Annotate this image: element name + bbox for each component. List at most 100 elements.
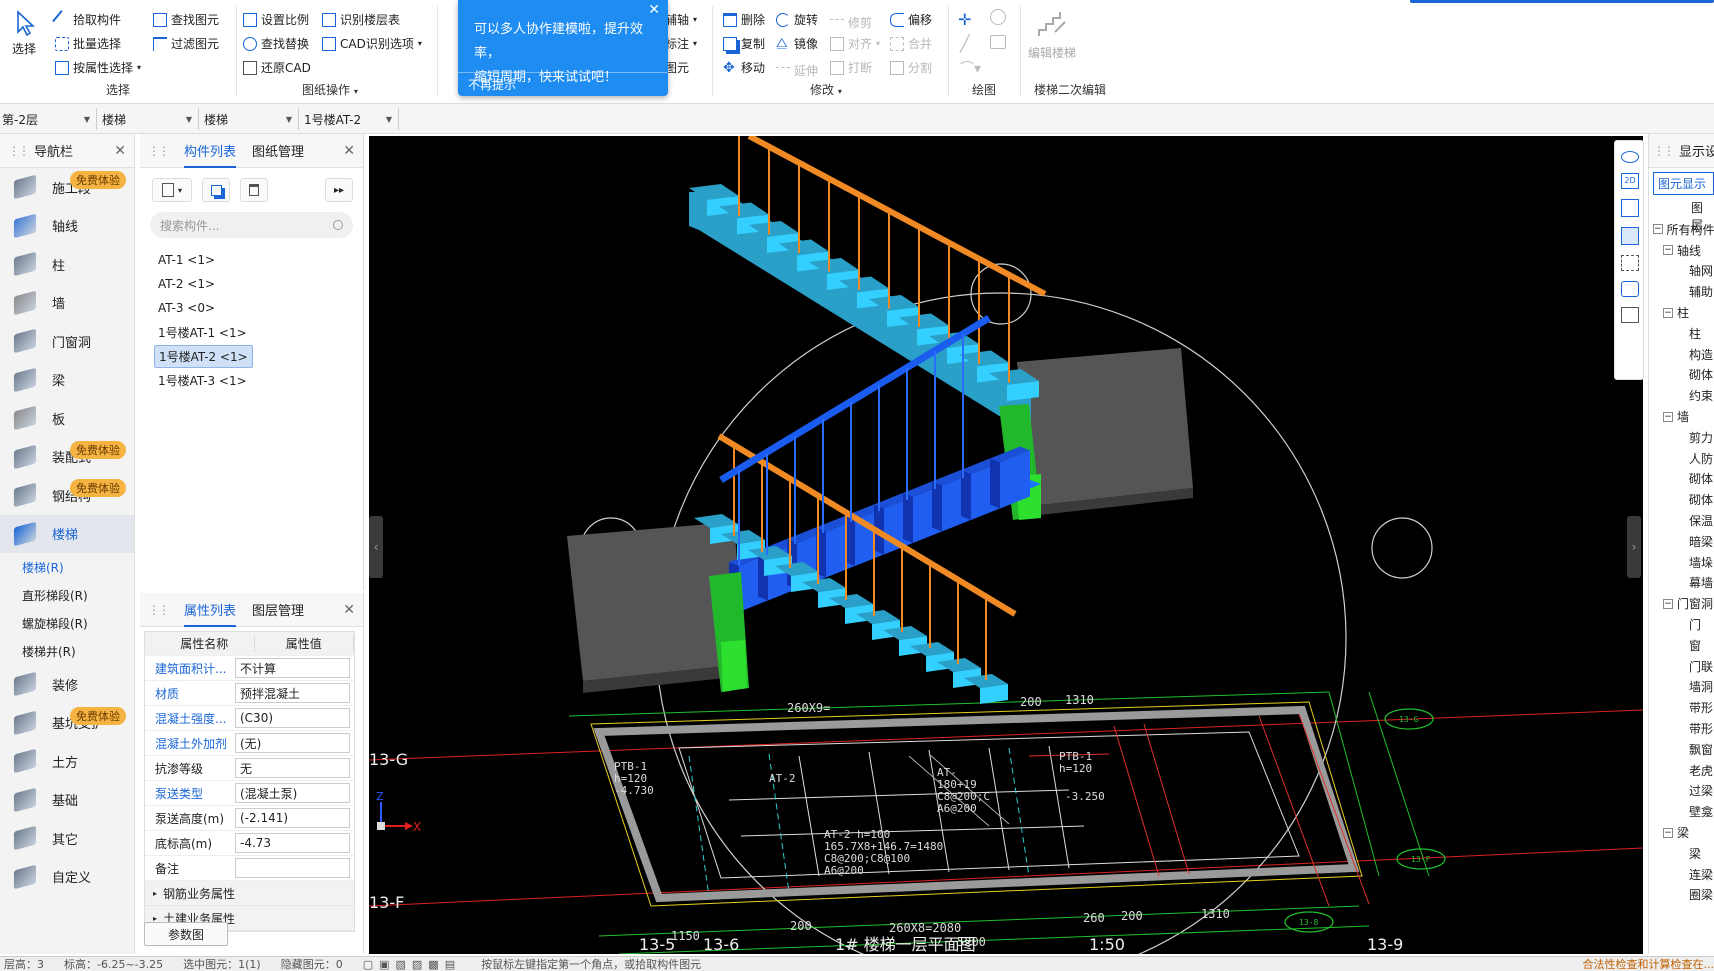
- sidebar-item-15[interactable]: 自定义: [0, 858, 134, 897]
- merge-button[interactable]: 合并: [890, 35, 932, 52]
- sidebar-item-0[interactable]: 施工段 免费体验: [0, 168, 134, 207]
- property-value-field[interactable]: (C30): [235, 708, 350, 728]
- tab-component-list[interactable]: 构件列表: [184, 141, 237, 168]
- layer-row[interactable]: − 轴线: [1649, 240, 1714, 261]
- new-component-button[interactable]: ▾: [152, 178, 192, 202]
- delete-component-button[interactable]: [240, 178, 268, 202]
- collapse-icon[interactable]: −: [1663, 598, 1673, 609]
- layer-row[interactable]: − 所有构件: [1649, 219, 1714, 240]
- sidebar-item-6[interactable]: 板: [0, 399, 134, 438]
- layer-row[interactable]: 构造: [1649, 344, 1714, 365]
- layer-row[interactable]: 壁龛: [1649, 801, 1714, 822]
- parameter-diagram-button[interactable]: 参数图: [144, 922, 228, 946]
- layer-row[interactable]: 圈梁: [1649, 885, 1714, 906]
- circle-tool-icon[interactable]: [990, 9, 1006, 25]
- property-value-field[interactable]: (-2.141): [235, 808, 350, 828]
- copy-component-button[interactable]: [202, 178, 230, 202]
- sidebar-item-11[interactable]: 基坑支护 免费体验: [0, 704, 134, 743]
- orbit-icon[interactable]: [1621, 151, 1639, 163]
- list-item[interactable]: 1号楼AT-3 <1>: [154, 368, 363, 392]
- cad-options-button[interactable]: CAD识别选项 ▾: [322, 35, 422, 52]
- layer-row[interactable]: 保温: [1649, 510, 1714, 531]
- collapse-icon[interactable]: −: [1663, 245, 1673, 256]
- sub-item[interactable]: 楼梯(R): [0, 553, 134, 581]
- close-icon[interactable]: ✕: [343, 602, 355, 618]
- dimension-button[interactable]: 标注 ▾: [665, 35, 697, 52]
- orbit-handle-right[interactable]: [1371, 517, 1433, 579]
- layer-row[interactable]: 墙洞: [1649, 677, 1714, 698]
- layer-row[interactable]: 人防: [1649, 448, 1714, 469]
- set-scale-button[interactable]: 设置比例: [243, 11, 309, 28]
- layer-row[interactable]: − 门窗洞: [1649, 593, 1714, 614]
- layer-row[interactable]: 约束: [1649, 385, 1714, 406]
- sidebar-item-7[interactable]: 装配式 免费体验: [0, 438, 134, 477]
- property-value-field[interactable]: 预拌混凝土: [235, 683, 350, 703]
- layer-row[interactable]: 柱: [1649, 323, 1714, 344]
- stair-model-canvas[interactable]: PTB-1 h=120 -4.730 AT-2 PTB-1 h=120 -3.2…: [369, 136, 1643, 954]
- property-value-field[interactable]: (无): [235, 733, 350, 753]
- find-replace-button[interactable]: 查找替换: [243, 35, 309, 52]
- floor-select[interactable]: 第-2层 ▼: [0, 108, 97, 130]
- component-select[interactable]: 1号楼AT-2 ▼: [302, 108, 399, 130]
- property-value-field[interactable]: 无: [235, 758, 350, 778]
- collapse-icon[interactable]: −: [1663, 827, 1673, 838]
- select-by-attribute-button[interactable]: 按属性选择 ▾: [55, 59, 141, 76]
- tab-property-list[interactable]: 属性列表: [184, 600, 237, 627]
- property-group[interactable]: ▸ 钢筋业务属性: [145, 881, 354, 906]
- copy-button[interactable]: 复制: [723, 35, 765, 52]
- sidebar-item-13[interactable]: 基础: [0, 781, 134, 820]
- 3d-view-icon[interactable]: [1621, 227, 1639, 245]
- dont-show-again-link[interactable]: 不再提示: [458, 72, 668, 96]
- offset-button[interactable]: 偏移: [890, 11, 932, 28]
- tab-drawing-management[interactable]: 图纸管理: [252, 141, 304, 160]
- find-element-button[interactable]: 查找图元: [153, 11, 219, 28]
- close-icon[interactable]: ✕: [648, 2, 660, 18]
- batch-select-button[interactable]: 批量选择: [55, 35, 121, 52]
- sidebar-item-9[interactable]: 楼梯: [0, 514, 134, 553]
- tab-element-display[interactable]: 图元显示: [1653, 172, 1714, 195]
- sidebar-item-5[interactable]: 梁: [0, 361, 134, 400]
- sub-item[interactable]: 螺旋梯段(R): [0, 609, 134, 637]
- trim-button[interactable]: 修剪: [830, 11, 872, 33]
- rect-tool-icon[interactable]: [990, 35, 1006, 49]
- mirror-button[interactable]: ⧋ 镜像: [776, 35, 818, 52]
- delete-button[interactable]: 删除: [723, 11, 765, 28]
- layer-row[interactable]: 辅助: [1649, 281, 1714, 302]
- 3d-box-icon[interactable]: [1621, 199, 1639, 217]
- list-item[interactable]: 1号楼AT-1 <1>: [154, 320, 363, 344]
- 3d-viewport[interactable]: PTB-1 h=120 -4.730 AT-2 PTB-1 h=120 -3.2…: [369, 136, 1643, 954]
- list-item[interactable]: AT-2 <1>: [154, 272, 363, 296]
- element-button[interactable]: 图元: [665, 59, 689, 76]
- 2d-icon[interactable]: 2D: [1621, 173, 1639, 189]
- tab-layer-management[interactable]: 图层管理: [252, 600, 304, 619]
- category-select[interactable]: 楼梯 ▼: [100, 108, 199, 130]
- sidebar-item-1[interactable]: 轴线: [0, 207, 134, 246]
- layer-row[interactable]: 墙垛: [1649, 552, 1714, 573]
- layer-row[interactable]: 砌体: [1649, 469, 1714, 490]
- fit-view-icon[interactable]: [1621, 255, 1639, 271]
- sub-item[interactable]: 直形梯段(R): [0, 581, 134, 609]
- sub-item[interactable]: 楼梯井(R): [0, 637, 134, 665]
- split-button[interactable]: 分割: [890, 59, 932, 76]
- property-value-field[interactable]: [235, 858, 350, 878]
- layer-row[interactable]: 轴网: [1649, 261, 1714, 282]
- property-value-field[interactable]: -4.73: [235, 833, 350, 853]
- layer-row[interactable]: 飘窗: [1649, 739, 1714, 760]
- layer-row[interactable]: 梁: [1649, 843, 1714, 864]
- layer-row[interactable]: − 柱: [1649, 302, 1714, 323]
- layer-row[interactable]: − 梁: [1649, 822, 1714, 843]
- edit-stair-button[interactable]: 编辑楼梯: [1028, 10, 1076, 61]
- list-item[interactable]: AT-1 <1>: [154, 248, 363, 272]
- filter-element-button[interactable]: 过滤图元: [153, 35, 219, 52]
- layer-row[interactable]: 连梁: [1649, 864, 1714, 885]
- close-icon[interactable]: ✕: [114, 143, 126, 159]
- layer-row[interactable]: − 墙: [1649, 406, 1714, 427]
- identify-floor-table-button[interactable]: 识别楼层表: [322, 11, 400, 28]
- arc-icon[interactable]: ⌒▾: [960, 58, 981, 78]
- layer-row[interactable]: 过梁: [1649, 781, 1714, 802]
- search-input[interactable]: 搜索构件...: [150, 212, 353, 238]
- left-panel-handle[interactable]: ‹: [369, 516, 383, 578]
- close-icon[interactable]: ✕: [343, 143, 355, 159]
- sidebar-item-8[interactable]: 钢结构 免费体验: [0, 476, 134, 515]
- layer-row[interactable]: 砌体: [1649, 489, 1714, 510]
